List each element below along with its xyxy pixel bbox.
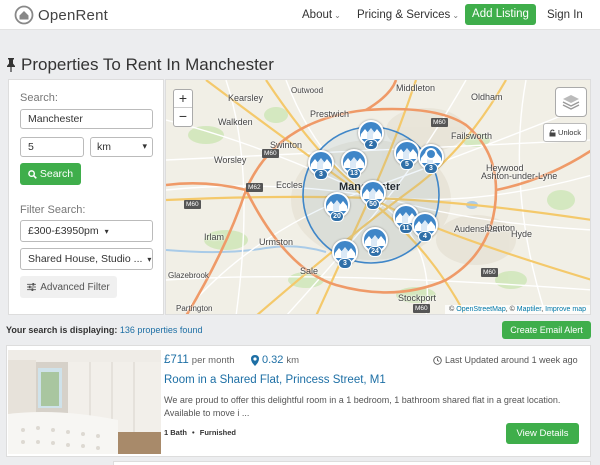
add-listing-button[interactable]: Add Listing [465, 4, 536, 25]
houses-icon [415, 220, 435, 231]
nav-pricing[interactable]: Pricing & Services ⌄ [357, 9, 459, 21]
map-marker-icon [251, 354, 259, 366]
view-details-button[interactable]: View Details [506, 423, 579, 444]
nav-pricing-label: Pricing & Services [357, 9, 451, 21]
price-filter-dropdown[interactable]: £300-£3950pm ▾ [20, 220, 153, 242]
cluster-count: 4 [418, 231, 432, 242]
listing-price: £711 per month [164, 354, 235, 366]
listing-distance: 0.32 km [251, 354, 299, 366]
listing-features: 1 Bath • Furnished [164, 428, 236, 437]
caret-down-icon: ▾ [104, 227, 109, 236]
houses-icon [397, 148, 417, 159]
search-icon [28, 169, 37, 179]
distance-unit: km [286, 354, 300, 366]
chevron-down-icon: ⌄ [334, 11, 341, 20]
sliders-icon [27, 283, 37, 291]
houses-icon [327, 200, 347, 211]
distance-value: 0.32 [262, 354, 284, 366]
cluster-count: 3 [314, 169, 328, 180]
attribution-sep: , © [505, 306, 515, 313]
osm-link[interactable]: OpenStreetMap [456, 306, 505, 313]
listing-title-link[interactable]: Room in a Shared Flat, Princess Street, … [164, 374, 386, 386]
cluster-count: 24 [368, 246, 382, 257]
sign-in-link[interactable]: Sign In [547, 9, 583, 21]
listing-photo[interactable] [8, 350, 161, 454]
feature-furnished: Furnished [199, 428, 237, 437]
location-input[interactable]: Manchester [20, 109, 153, 129]
logo-text: OpenRent [38, 6, 108, 24]
map-attribution: © OpenStreetMap, © Maptiler, Improve map [445, 305, 590, 314]
search-panel: Search: Manchester 5 km ▾ Search Filter … [8, 79, 164, 315]
cluster-count: 11 [399, 223, 413, 234]
last-updated-text: Last Updated around 1 week ago [445, 355, 578, 365]
next-listing-card-edge [113, 461, 591, 465]
filter-label: Filter Search: [20, 204, 86, 216]
top-navbar: OpenRent About ⌄ Pricing & Services ⌄ Add … [0, 0, 600, 30]
price-filter-value: £300-£3950pm [28, 225, 99, 237]
pushpin-icon [7, 58, 15, 72]
single-property-marker[interactable] [425, 148, 437, 160]
results-count: 136 properties found [119, 325, 203, 335]
nav-about-label: About [302, 9, 333, 21]
attribution-prefix: © [449, 306, 455, 313]
houses-icon [311, 158, 331, 169]
last-updated: Last Updated around 1 week ago [433, 355, 578, 365]
logo[interactable]: OpenRent [14, 5, 108, 25]
radius-unit-select[interactable]: km ▾ [90, 137, 153, 157]
listing-description: We are proud to offer this delightful ro… [164, 395, 561, 418]
cluster-count: 3 [338, 258, 352, 269]
layers-button[interactable] [555, 87, 587, 117]
type-filter-dropdown[interactable]: Shared House, Studio ... ▾ [20, 248, 153, 270]
price-value: £711 [164, 354, 189, 366]
unlock-map-button[interactable]: Unlock [543, 123, 587, 142]
map[interactable]: Kearsley Outwood Middleton Oldham Prestwich W… [165, 79, 591, 315]
results-prefix: Your search is displaying: [6, 325, 118, 335]
results-summary: Your search is displaying: 136 propertie… [6, 325, 202, 335]
radius-unit-value: km [97, 141, 111, 153]
lock-icon [549, 129, 556, 136]
select-arrows-icon: ▾ [142, 141, 147, 151]
openrent-logo-icon [14, 5, 34, 25]
radius-input[interactable]: 5 [20, 137, 84, 157]
advanced-filter-label: Advanced Filter [40, 281, 110, 293]
zoom-out-button[interactable]: − [174, 108, 192, 126]
clock-icon [433, 355, 442, 365]
houses-icon [363, 188, 383, 199]
price-period: per month [191, 355, 235, 366]
nav-about[interactable]: About ⌄ [302, 9, 341, 21]
caret-down-icon: ▾ [147, 255, 152, 264]
cluster-count: 13 [347, 168, 361, 179]
chevron-down-icon: ⌄ [452, 11, 460, 20]
type-filter-value: Shared House, Studio ... [28, 253, 143, 265]
layers-icon [562, 95, 580, 110]
advanced-filter-button[interactable]: Advanced Filter [20, 276, 117, 298]
cluster-count: 5 [400, 159, 414, 170]
cluster-count: 3 [424, 163, 438, 174]
search-button[interactable]: Search [20, 163, 81, 185]
zoom-in-button[interactable]: + [174, 90, 192, 108]
zoom-control[interactable]: + − [173, 89, 193, 127]
create-email-alert-button[interactable]: Create Email Alert [502, 321, 591, 339]
feature-separator: • [192, 428, 195, 437]
search-button-label: Search [39, 168, 74, 180]
cluster-count: 2 [364, 139, 378, 150]
feature-bath: 1 Bath [164, 428, 187, 437]
cluster-count: 20 [330, 211, 344, 222]
improve-map-link[interactable]: Improve map [545, 306, 586, 313]
maptiler-link[interactable]: Maptiler [517, 306, 542, 313]
houses-icon [335, 247, 355, 258]
bedroom-photo-image [8, 350, 161, 454]
cluster-count: 50 [366, 199, 380, 210]
page-title-row: Properties To Rent In Manchester [6, 55, 274, 75]
page-title: Properties To Rent In Manchester [21, 55, 274, 74]
search-label: Search: [20, 92, 58, 104]
houses-icon [361, 128, 381, 139]
unlock-label: Unlock [558, 128, 581, 137]
listing-card[interactable]: £711 per month 0.32 km Last Updated arou… [6, 345, 591, 457]
houses-icon [344, 157, 364, 168]
houses-icon [365, 235, 385, 246]
